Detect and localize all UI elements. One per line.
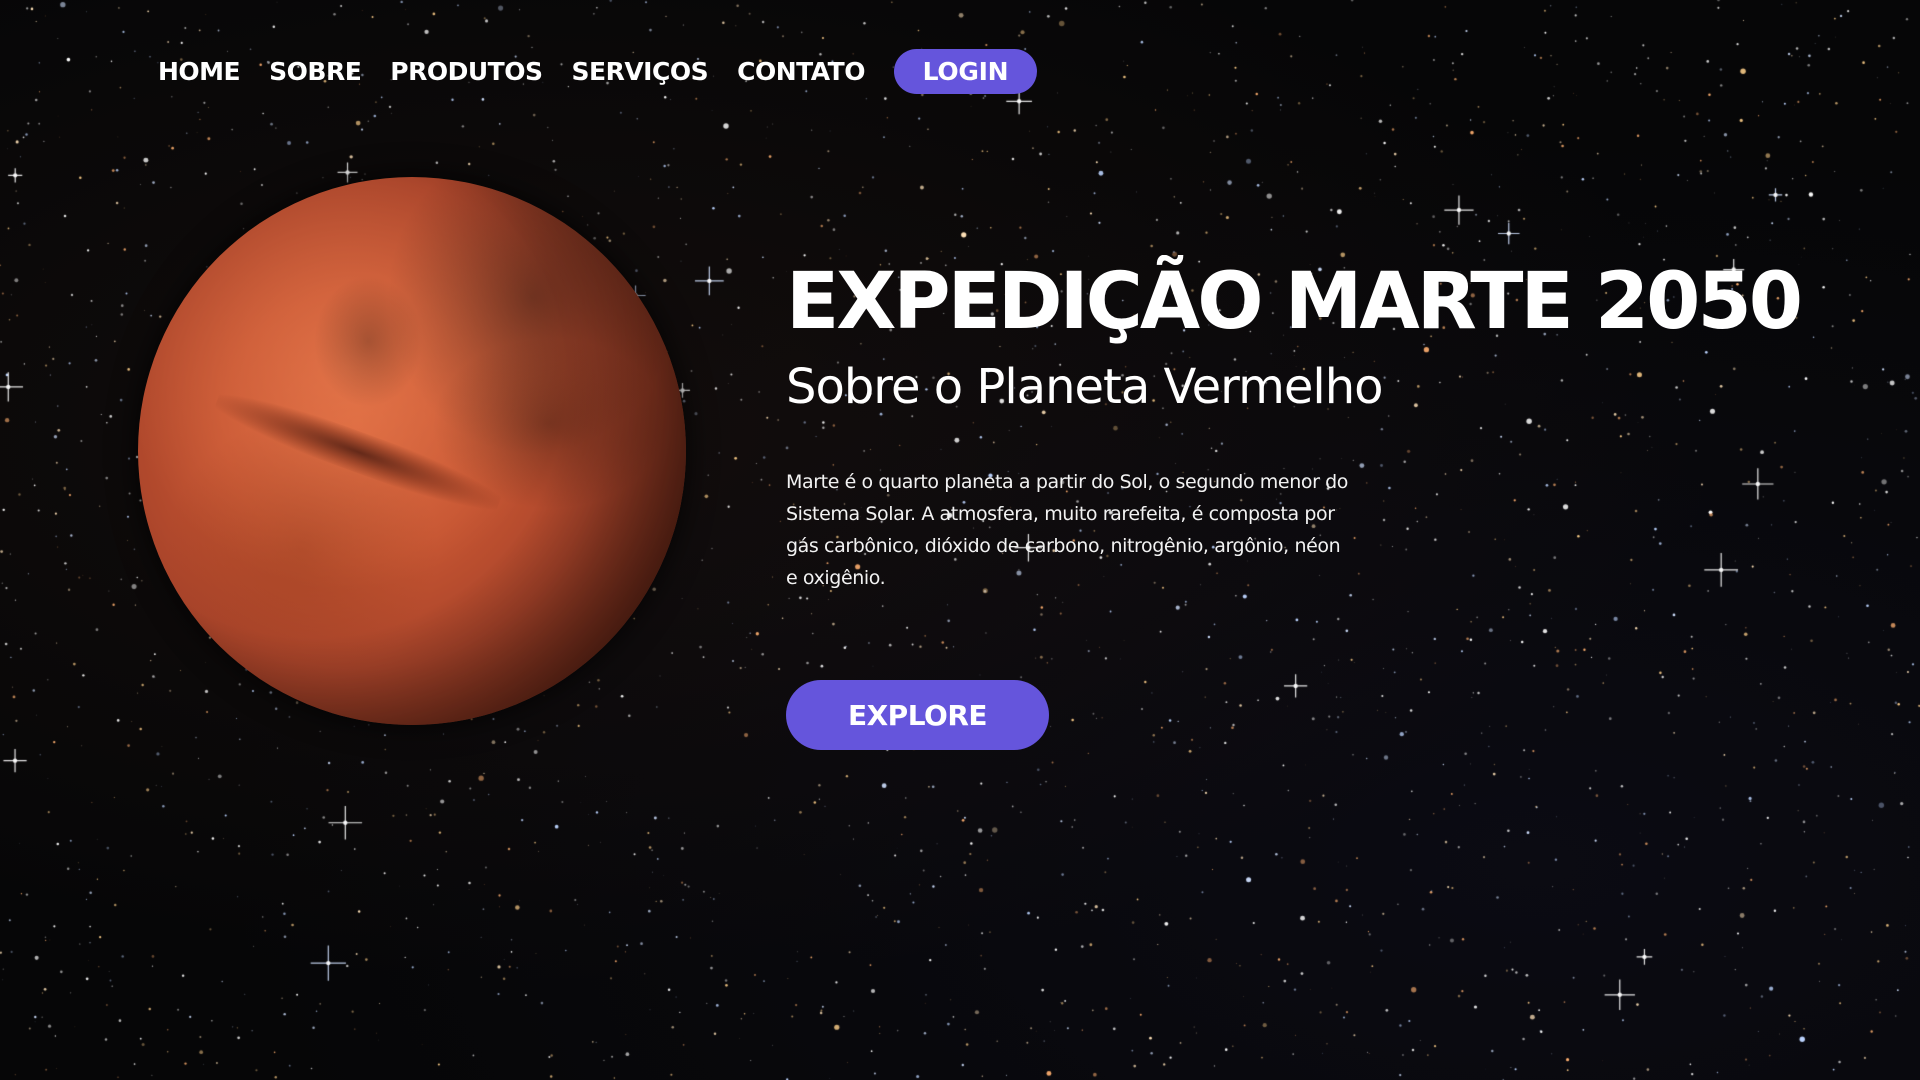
- hero-description: Marte é o quarto planeta a partir do Sol…: [786, 471, 1349, 589]
- hero-subtitle: Sobre o Planeta Vermelho: [786, 359, 1383, 415]
- main-navigation: HOME SOBRE PRODUTOS SERVIÇOS CONTATO LOG…: [158, 48, 1037, 94]
- nav-link-contato[interactable]: CONTATO: [737, 57, 865, 86]
- mars-planet-image: [138, 177, 686, 725]
- login-button[interactable]: LOGIN: [893, 48, 1037, 94]
- nav-link-servicos[interactable]: SERVIÇOS: [572, 57, 709, 86]
- hero-section: EXPEDIÇÃO MARTE 2050 Sobre o Planeta Ver…: [786, 256, 1803, 594]
- planet-shadow: [138, 177, 686, 725]
- explore-button[interactable]: EXPLORE: [786, 680, 1049, 750]
- nav-link-sobre[interactable]: SOBRE: [269, 57, 362, 86]
- nav-link-produtos[interactable]: PRODUTOS: [390, 57, 543, 86]
- landing-page: HOME SOBRE PRODUTOS SERVIÇOS CONTATO LOG…: [0, 0, 1920, 1080]
- hero-title: EXPEDIÇÃO MARTE 2050: [786, 257, 1803, 347]
- nav-link-home[interactable]: HOME: [158, 57, 241, 86]
